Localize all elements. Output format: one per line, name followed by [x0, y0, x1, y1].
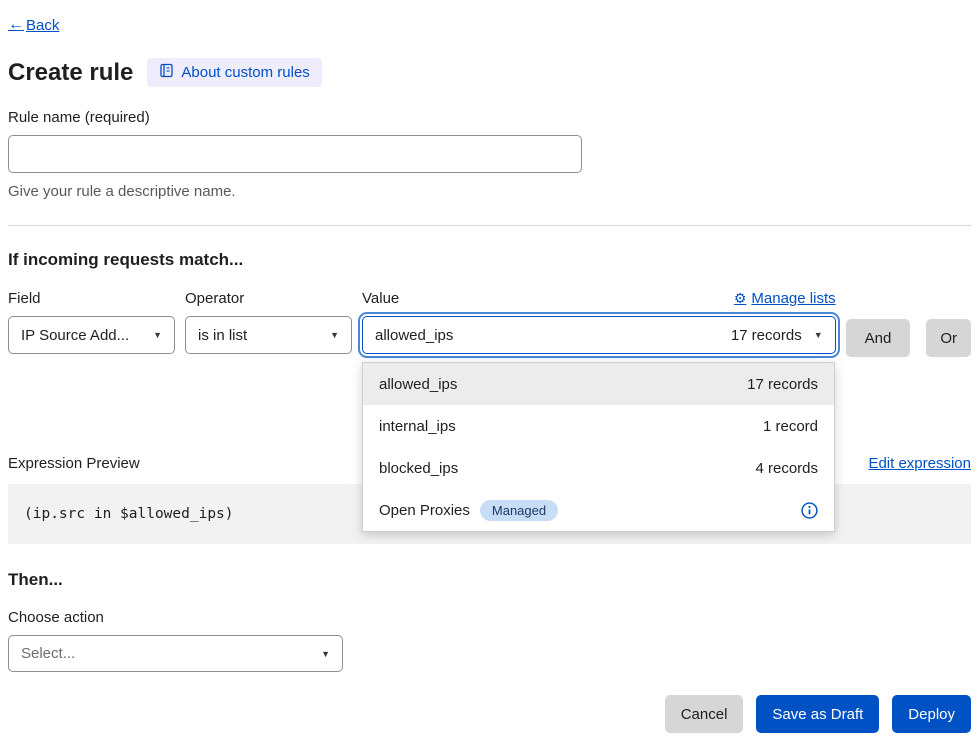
- list-option-internal-ips[interactable]: internal_ips 1 record: [363, 405, 834, 447]
- list-option-records: 4 records: [755, 460, 818, 477]
- value-select-records: 17 records: [731, 327, 802, 344]
- expression-preview-label: Expression Preview: [8, 455, 140, 472]
- back-link[interactable]: ← Back: [8, 16, 59, 34]
- title-row: Create rule About custom rules: [8, 58, 971, 87]
- value-select[interactable]: allowed_ips 17 records ▼: [362, 316, 836, 354]
- cancel-button[interactable]: Cancel: [665, 695, 744, 733]
- manage-lists-label: Manage lists: [751, 290, 835, 307]
- field-select[interactable]: IP Source Add... ▼: [8, 316, 175, 354]
- value-column: Value ⚙ Manage lists allowed_ips 17 reco…: [362, 290, 836, 354]
- rule-name-input[interactable]: [8, 135, 582, 173]
- operator-column: Operator is in list ▼: [185, 290, 352, 354]
- chevron-down-icon: ▼: [321, 649, 330, 659]
- chevron-down-icon: ▼: [814, 330, 823, 340]
- rule-name-label: Rule name (required): [8, 109, 971, 126]
- field-label: Field: [8, 290, 175, 307]
- back-arrow-icon: ←: [8, 16, 24, 34]
- managed-badge: Managed: [480, 500, 558, 521]
- save-as-draft-button[interactable]: Save as Draft: [756, 695, 879, 733]
- value-label: Value: [362, 290, 399, 307]
- match-row: Field IP Source Add... ▼ Operator is in …: [8, 290, 971, 357]
- operator-label: Operator: [185, 290, 352, 307]
- list-option-name: internal_ips: [379, 418, 456, 435]
- page-title: Create rule: [8, 59, 133, 87]
- choose-action-label: Choose action: [8, 609, 971, 626]
- deploy-button[interactable]: Deploy: [892, 695, 971, 733]
- value-header: Value ⚙ Manage lists: [362, 290, 836, 307]
- footer-actions: Cancel Save as Draft Deploy: [8, 695, 971, 733]
- operator-select-value: is in list: [198, 327, 322, 344]
- list-option-name: allowed_ips: [379, 376, 457, 393]
- then-heading: Then...: [8, 570, 971, 590]
- field-select-value: IP Source Add...: [21, 327, 145, 344]
- list-option-open-proxies[interactable]: Open Proxies Managed: [363, 489, 834, 531]
- value-select-value: allowed_ips: [375, 327, 723, 344]
- match-area: Field IP Source Add... ▼ Operator is in …: [8, 290, 971, 357]
- or-button[interactable]: Or: [926, 319, 971, 357]
- chevron-down-icon: ▼: [330, 330, 339, 340]
- list-option-records: 1 record: [763, 418, 818, 435]
- about-custom-rules-link[interactable]: About custom rules: [147, 58, 321, 87]
- about-custom-rules-label: About custom rules: [181, 64, 309, 81]
- action-select-placeholder: Select...: [21, 645, 313, 662]
- list-option-name: Open Proxies: [379, 502, 470, 519]
- manage-lists-link[interactable]: ⚙ Manage lists: [734, 290, 836, 307]
- create-rule-page: ← Back Create rule About custom rules Ru…: [0, 0, 979, 733]
- rule-name-helper: Give your rule a descriptive name.: [8, 183, 971, 200]
- list-option-records: 17 records: [747, 376, 818, 393]
- section-divider: [8, 225, 971, 226]
- and-button[interactable]: And: [846, 319, 911, 357]
- info-icon[interactable]: [801, 502, 818, 519]
- list-option-name: blocked_ips: [379, 460, 458, 477]
- list-option-blocked-ips[interactable]: blocked_ips 4 records: [363, 447, 834, 489]
- list-dropdown-panel: allowed_ips 17 records internal_ips 1 re…: [362, 362, 835, 532]
- docs-icon: [159, 63, 174, 82]
- action-select[interactable]: Select... ▼: [8, 635, 343, 672]
- gear-icon: ⚙: [734, 290, 747, 307]
- field-column: Field IP Source Add... ▼: [8, 290, 175, 354]
- chevron-down-icon: ▼: [153, 330, 162, 340]
- list-option-allowed-ips[interactable]: allowed_ips 17 records: [363, 363, 834, 405]
- back-label: Back: [26, 17, 59, 34]
- operator-select[interactable]: is in list ▼: [185, 316, 352, 354]
- edit-expression-link[interactable]: Edit expression: [868, 455, 971, 472]
- andor-group: And Or: [846, 290, 971, 357]
- match-heading: If incoming requests match...: [8, 250, 971, 270]
